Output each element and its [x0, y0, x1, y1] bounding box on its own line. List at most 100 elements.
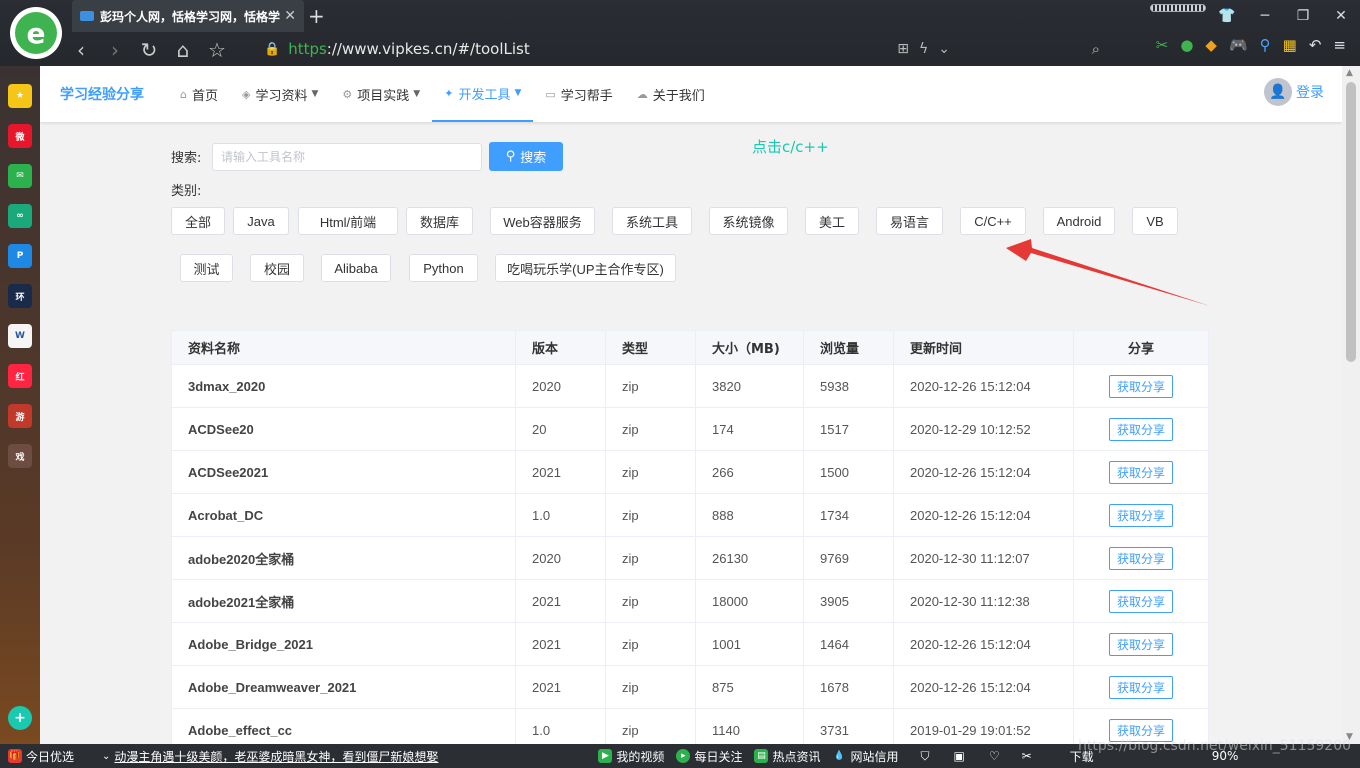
news-ticker[interactable]: ⌄ 动漫主角遇十级美颜，老巫婆成暗黑女神，看到僵尸新娘想娶 [102, 748, 438, 765]
cell-name: 3dmax_2020 [171, 364, 516, 408]
word-icon[interactable]: W [8, 324, 32, 348]
cell-share: 获取分享 [1073, 665, 1209, 709]
cell-size: 18000 [695, 579, 804, 623]
hot-news[interactable]: ▤ 热点资讯 [754, 748, 820, 765]
vertical-scrollbar[interactable]: ▲ ▼ [1342, 66, 1360, 744]
lock-icon: 🔒 [264, 41, 281, 57]
cell-share: 获取分享 [1073, 450, 1209, 494]
browser-tab[interactable]: 彭玛个人网，恬格学习网，恬格学 ✕ [72, 0, 304, 32]
back-icon[interactable]: ‹ [64, 38, 98, 62]
site-credit[interactable]: 💧 网站信用 [832, 748, 899, 765]
cell-views: 3731 [803, 708, 894, 744]
cell-updated: 2020-12-30 11:12:07 [893, 536, 1074, 580]
skin-icon[interactable]: 👕 [1208, 8, 1246, 24]
cell-name: ACDSee20 [171, 407, 516, 451]
new-tab-button[interactable]: + [308, 4, 325, 28]
scroll-thumb[interactable] [1346, 82, 1356, 362]
cell-name: Adobe_Dreamweaver_2021 [171, 665, 516, 709]
col-type[interactable]: 类型 [605, 330, 696, 365]
get-share-button[interactable]: 获取分享 [1108, 589, 1173, 613]
col-views[interactable]: 浏览量 [803, 330, 894, 365]
shield-icon[interactable]: ◆ [1205, 36, 1217, 54]
menu-icon[interactable]: ≡ [1333, 36, 1346, 54]
cell-version: 1.0 [515, 493, 606, 537]
home-page-icon[interactable]: ⌂ [166, 38, 200, 62]
image-icon[interactable]: ▣ [954, 749, 965, 763]
browser-logo-icon[interactable]: e [10, 7, 62, 59]
favorite-star-icon[interactable]: ☆ [200, 38, 234, 62]
tool-table: 资料名称 版本 类型 大小（MB) 浏览量 更新时间 分享 3dmax_2020… [171, 330, 1209, 744]
get-share-button[interactable]: 获取分享 [1108, 675, 1173, 699]
get-share-button[interactable]: 获取分享 [1108, 417, 1173, 441]
col-version[interactable]: 版本 [515, 330, 606, 365]
address-bar[interactable]: 🔒 https://www.vipkes.cn/#/toolList ⊞ϟ⌄ ⌕ [250, 35, 1110, 63]
cell-name: Acrobat_DC [171, 493, 516, 537]
game-icon[interactable]: 🎮 [1229, 36, 1248, 54]
cell-version: 2021 [515, 450, 606, 494]
refresh-icon[interactable]: ↻ [132, 38, 166, 62]
my-video[interactable]: ▶ 我的视频 [598, 748, 664, 765]
close-window-button[interactable]: ✕ [1322, 8, 1360, 24]
table-row: Adobe_Bridge_2021 2021 zip 1001 1464 202… [171, 622, 1209, 666]
col-size[interactable]: 大小（MB) [695, 330, 804, 365]
apps-icon[interactable]: ▦ [1283, 36, 1297, 54]
table-row: 3dmax_2020 2020 zip 3820 5938 2020-12-26… [171, 364, 1209, 408]
game-app-icon[interactable]: 游 [8, 404, 32, 428]
url-text[interactable]: https://www.vipkes.cn/#/toolList [288, 40, 530, 58]
weibo-icon[interactable]: 微 [8, 124, 32, 148]
cell-name: ACDSee2021 [171, 450, 516, 494]
search-tool-icon[interactable]: ⚲ [1260, 36, 1271, 54]
redbook-icon[interactable]: 红 [8, 364, 32, 388]
scissors-icon[interactable]: ✂ [1156, 36, 1169, 54]
restore-button[interactable]: ❐ [1284, 8, 1322, 24]
gift-icon: 🎁 [8, 749, 22, 763]
forward-icon[interactable]: › [98, 38, 132, 62]
cell-size: 1001 [695, 622, 804, 666]
heart-icon[interactable]: ♡ [989, 749, 1000, 763]
cell-share: 获取分享 [1073, 493, 1209, 537]
scroll-up-icon[interactable]: ▲ [1346, 68, 1353, 78]
news-grid-icon: ▤ [754, 749, 769, 763]
cell-share: 获取分享 [1073, 622, 1209, 666]
table-row: Adobe_effect_cc 1.0 zip 1140 3731 2019-0… [171, 708, 1209, 744]
cell-size: 3820 [695, 364, 804, 408]
shield-status-icon[interactable]: ⛉ [920, 749, 929, 764]
minimize-button[interactable]: ─ [1246, 8, 1284, 24]
cell-views: 1464 [803, 622, 894, 666]
col-name[interactable]: 资料名称 [171, 330, 516, 365]
cell-name: Adobe_Bridge_2021 [171, 622, 516, 666]
table-row: adobe2021全家桶 2021 zip 18000 3905 2020-12… [171, 579, 1209, 623]
cut-icon[interactable]: ✂ [1022, 749, 1032, 763]
game-app-2-icon[interactable]: 戏 [8, 444, 32, 468]
add-app-icon[interactable]: + [8, 706, 32, 730]
col-updated[interactable]: 更新时间 [893, 330, 1074, 365]
cell-share: 获取分享 [1073, 579, 1209, 623]
p-app-icon[interactable]: P [8, 244, 32, 268]
site-favicon-icon [80, 11, 94, 21]
daily-follow[interactable]: ▸ 每日关注 [676, 748, 742, 765]
cell-type: zip [605, 579, 696, 623]
news-icon[interactable]: 环 [8, 284, 32, 308]
cell-share: 获取分享 [1073, 364, 1209, 408]
cell-size: 174 [695, 407, 804, 451]
get-share-button[interactable]: 获取分享 [1108, 503, 1173, 527]
cell-views: 1734 [803, 493, 894, 537]
cell-views: 3905 [803, 579, 894, 623]
cell-type: zip [605, 493, 696, 537]
mail-icon[interactable]: ✉ [8, 164, 32, 188]
address-tools-icon[interactable]: ⊞ϟ⌄ [897, 41, 960, 57]
table-row: ACDSee20 20 zip 174 1517 2020-12-29 10:1… [171, 407, 1209, 451]
browser-sidebar: ★ 微 ✉ ∞ P 环 W 红 游 戏 + [0, 66, 40, 744]
favorites-icon[interactable]: ★ [8, 84, 32, 108]
get-share-button[interactable]: 获取分享 [1108, 460, 1173, 484]
tab-close-icon[interactable]: ✕ [284, 8, 296, 24]
cell-views: 9769 [803, 536, 894, 580]
translate-icon[interactable]: ● [1180, 36, 1193, 54]
get-share-button[interactable]: 获取分享 [1108, 546, 1173, 570]
address-search-icon[interactable]: ⌕ [1092, 40, 1100, 58]
get-share-button[interactable]: 获取分享 [1108, 374, 1173, 398]
get-share-button[interactable]: 获取分享 [1108, 632, 1173, 656]
today-picks[interactable]: 🎁 今日优选 [8, 748, 74, 765]
undo-icon[interactable]: ↶ [1309, 36, 1322, 54]
cloud-icon[interactable]: ∞ [8, 204, 32, 228]
